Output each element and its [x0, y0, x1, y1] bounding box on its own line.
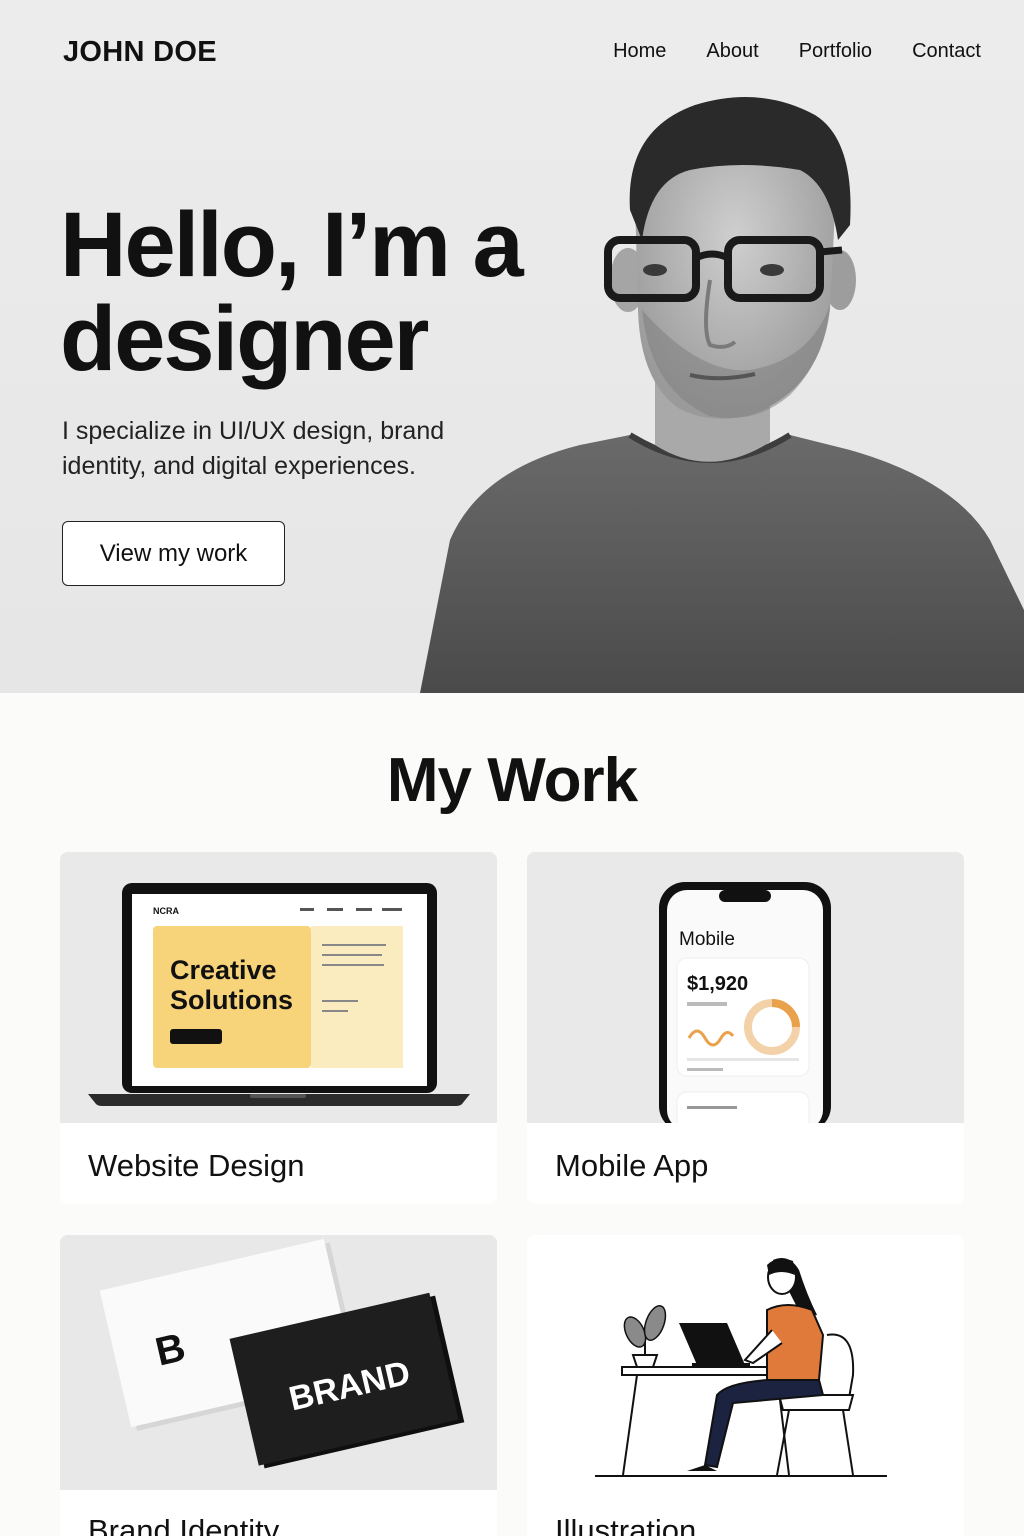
mock-app-amount: $1,920	[687, 973, 748, 995]
site-logo[interactable]: JOHN DOE	[63, 36, 217, 69]
portrait-photo	[420, 97, 1024, 693]
laptop-mockup-image: NCRA Creative Solutions	[60, 852, 497, 1123]
work-card-mobile[interactable]: Mobile $1,920 Mobile App	[527, 852, 964, 1204]
card-label-brand: Brand Identity	[88, 1513, 280, 1536]
nav-about[interactable]: About	[706, 40, 758, 63]
my-work-title: My Work	[386, 746, 638, 815]
work-card-brand[interactable]: B BRAND Brand Identity	[60, 1235, 497, 1536]
phone-mockup-image: Mobile $1,920	[527, 852, 964, 1123]
business-cards-image: B BRAND	[60, 1235, 497, 1490]
card-label-illustration: Illustration	[555, 1513, 697, 1536]
svg-text:Creative: Creative	[170, 955, 277, 985]
view-work-button[interactable]: View my work	[62, 521, 285, 586]
main-nav: Home About Portfolio Contact	[613, 40, 981, 63]
illustration-image	[527, 1235, 964, 1490]
card-label-website: Website Design	[88, 1148, 305, 1183]
mock-site-logo: NCRA	[153, 906, 179, 916]
work-card-illustration[interactable]: Illustration	[527, 1235, 964, 1536]
work-card-website[interactable]: NCRA Creative Solutions Website Design	[60, 852, 497, 1204]
mock-app-heading: Mobile	[679, 929, 735, 950]
card-label-mobile: Mobile App	[555, 1148, 709, 1183]
nav-portfolio[interactable]: Portfolio	[799, 40, 872, 63]
hero-section: JOHN DOE Home About Portfolio Contact He…	[0, 0, 1024, 693]
svg-text:Solutions: Solutions	[170, 985, 293, 1015]
nav-home[interactable]: Home	[613, 40, 666, 63]
nav-contact[interactable]: Contact	[912, 40, 981, 63]
